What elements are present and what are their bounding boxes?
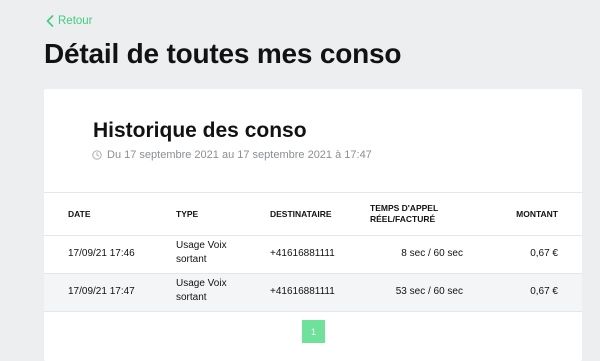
column-header-temps-line1: TEMPS D'APPEL	[370, 203, 439, 213]
column-header-temps-line2: RÉEL/FACTURÉ	[370, 214, 436, 224]
back-link[interactable]: Retour	[46, 15, 93, 27]
history-date-range-text: Du 17 septembre 2021 au 17 septembre 202…	[107, 149, 372, 161]
cell-destinataire: +41616881111	[270, 248, 335, 259]
cell-type: Usage Voix sortant	[176, 240, 227, 265]
column-header-date: DATE	[68, 209, 91, 219]
column-header-temps: TEMPS D'APPEL RÉEL/FACTURÉ	[370, 203, 438, 225]
clock-icon	[92, 150, 102, 160]
history-title: Historique des conso	[93, 119, 307, 142]
cell-temps: 53 sec / 60 sec	[395, 286, 463, 297]
page: Retour Détail de toutes mes conso Histor…	[0, 0, 600, 361]
back-link-label[interactable]: Retour	[58, 15, 93, 27]
cell-temps: 8 sec / 60 sec	[401, 248, 463, 259]
cell-montant: 0,67 €	[530, 286, 558, 297]
column-header-montant: MONTANT	[516, 209, 558, 219]
cell-montant: 0,67 €	[530, 248, 558, 259]
page-title: Détail de toutes mes conso	[44, 38, 402, 69]
consumption-table: DATE TYPE DESTINATAIRE TEMPS D'APPEL RÉE…	[44, 192, 582, 312]
table-row: 17/09/21 17:46 Usage Voix sortant +41616…	[44, 236, 582, 274]
cell-date: 17/09/21 17:46	[68, 248, 135, 259]
column-header-type: TYPE	[176, 209, 199, 219]
pagination-page-button[interactable]: 1	[302, 320, 325, 343]
table-header: DATE TYPE DESTINATAIRE TEMPS D'APPEL RÉE…	[44, 192, 582, 236]
table-row: 17/09/21 17:47 Usage Voix sortant +41616…	[44, 274, 582, 312]
cell-type: Usage Voix sortant	[176, 278, 227, 303]
column-header-destinataire: DESTINATAIRE	[270, 209, 332, 219]
history-card: Historique des conso Du 17 septembre 202…	[44, 89, 582, 361]
cell-date: 17/09/21 17:47	[68, 286, 135, 297]
history-date-range: Du 17 septembre 2021 au 17 septembre 202…	[92, 149, 372, 161]
cell-destinataire: +41616881111	[270, 286, 335, 297]
chevron-left-icon	[46, 15, 54, 27]
